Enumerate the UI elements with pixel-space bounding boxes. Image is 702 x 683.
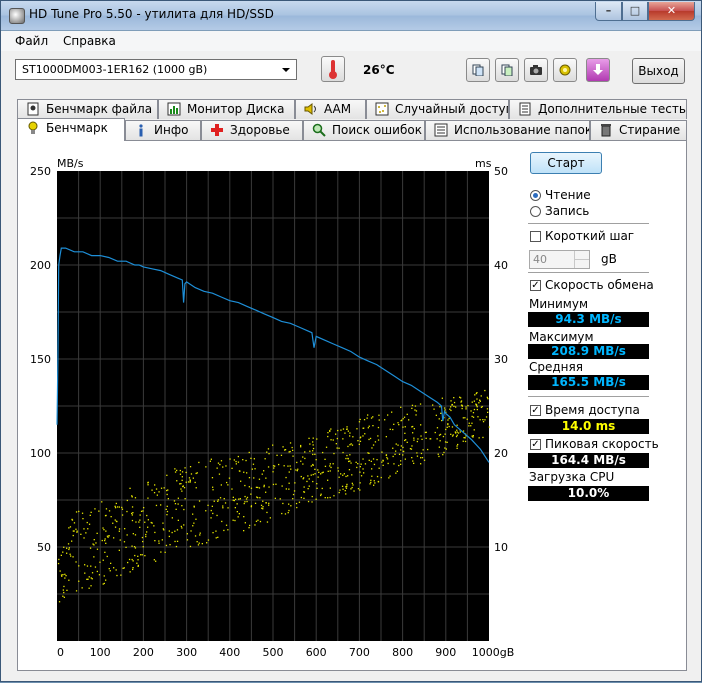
copy-info-button[interactable] <box>466 58 490 82</box>
chevron-down-icon <box>282 68 290 72</box>
short-stroke-unit: gB <box>601 252 617 266</box>
file-benchmark-icon <box>27 102 39 116</box>
camera-icon <box>530 65 542 75</box>
copy-all-icon <box>501 64 513 76</box>
read-radio[interactable] <box>530 190 541 201</box>
save-button[interactable] <box>586 58 610 82</box>
burst-rate-value: 164.4 MB/s <box>528 453 649 468</box>
cpu-usage-label: Загрузка CPU <box>529 470 615 484</box>
min-value: 94.3 MB/s <box>528 312 649 327</box>
folder-usage-icon <box>434 123 448 137</box>
max-label: Максимум <box>529 330 594 344</box>
error-scan-icon <box>312 123 326 137</box>
info-icon <box>139 124 143 137</box>
tab-health[interactable]: Здоровье <box>201 120 303 140</box>
title-bar[interactable]: HD Tune Pro 5.50 - утилита для HD/SSD – … <box>1 1 701 31</box>
write-label: Запись <box>545 204 590 218</box>
tab-file-benchmark[interactable]: Бенчмарк файла <box>17 99 158 119</box>
disk-monitor-icon <box>167 102 181 116</box>
download-arrow-icon <box>593 64 603 75</box>
divider <box>528 272 649 274</box>
wrench-icon <box>559 64 571 76</box>
access-time-label: Время доступа <box>545 403 640 417</box>
transfer-rate-label: Скорость обмена <box>545 278 654 292</box>
copy-all-button[interactable] <box>495 58 519 82</box>
tab-erase[interactable]: Стирание <box>590 120 687 140</box>
minimize-button[interactable]: – <box>595 2 622 21</box>
avg-value: 165.5 MB/s <box>528 375 649 390</box>
menu-bar: Файл Справка <box>1 31 701 51</box>
speaker-icon <box>304 103 316 115</box>
app-icon <box>9 8 25 24</box>
min-label: Минимум <box>529 297 589 311</box>
close-button[interactable]: ✕ <box>648 2 695 21</box>
tab-random-access[interactable]: Случайный доступ <box>366 99 509 119</box>
spin-down-icon[interactable] <box>574 259 589 268</box>
drive-select-value: ST1000DM003-1ER162 (1000 gB) <box>22 63 208 76</box>
divider <box>528 396 649 398</box>
copy-icon <box>472 64 484 76</box>
benchmark-icon <box>28 121 38 134</box>
tab-error-scan[interactable]: Поиск ошибок <box>303 120 425 140</box>
cpu-usage-value: 10.0% <box>528 486 649 501</box>
menu-file[interactable]: Файл <box>15 34 48 48</box>
screenshot-button[interactable] <box>524 58 548 82</box>
read-label: Чтение <box>545 188 591 202</box>
tab-folder-usage[interactable]: Использование папок <box>425 120 590 140</box>
burst-rate-label: Пиковая скорость <box>545 437 659 451</box>
burst-rate-checkbox[interactable]: ✓ <box>530 439 541 450</box>
transfer-rate-checkbox[interactable]: ✓ <box>530 280 541 291</box>
tab-aam[interactable]: AAM <box>295 99 366 119</box>
short-stroke-checkbox[interactable] <box>530 231 541 242</box>
random-access-icon <box>375 102 389 116</box>
thermometer-icon <box>321 56 345 82</box>
tab-info[interactable]: Инфо <box>125 120 201 140</box>
tab-disk-monitor[interactable]: Монитор Диска <box>158 99 295 119</box>
access-time-value: 14.0 ms <box>528 419 649 434</box>
maximize-button[interactable]: □ <box>622 2 648 21</box>
app-window: HD Tune Pro 5.50 - утилита для HD/SSD – … <box>0 0 702 682</box>
health-icon <box>211 124 223 136</box>
short-stroke-input[interactable]: 40 <box>529 250 590 269</box>
options-button[interactable] <box>553 58 577 82</box>
short-stroke-label: Короткий шаг <box>545 229 635 243</box>
menu-help[interactable]: Справка <box>63 34 116 48</box>
extra-tests-icon <box>519 102 531 116</box>
exit-button[interactable]: Выход <box>632 58 685 84</box>
write-radio[interactable] <box>530 206 541 217</box>
tab-benchmark[interactable]: Бенчмарк <box>17 118 125 141</box>
tab-extra-tests[interactable]: Дополнительные тесты <box>509 99 687 119</box>
divider <box>528 223 649 225</box>
spin-up-icon[interactable] <box>574 251 589 259</box>
drive-select[interactable]: ST1000DM003-1ER162 (1000 gB) <box>15 59 297 80</box>
avg-label: Средняя <box>529 360 583 374</box>
max-value: 208.9 MB/s <box>528 344 649 359</box>
temperature-readout: 26°C <box>363 63 395 77</box>
window-title: HD Tune Pro 5.50 - утилита для HD/SSD <box>29 7 274 21</box>
start-button[interactable]: Старт <box>530 152 602 174</box>
access-time-checkbox[interactable]: ✓ <box>530 405 541 416</box>
trash-icon <box>601 124 611 137</box>
